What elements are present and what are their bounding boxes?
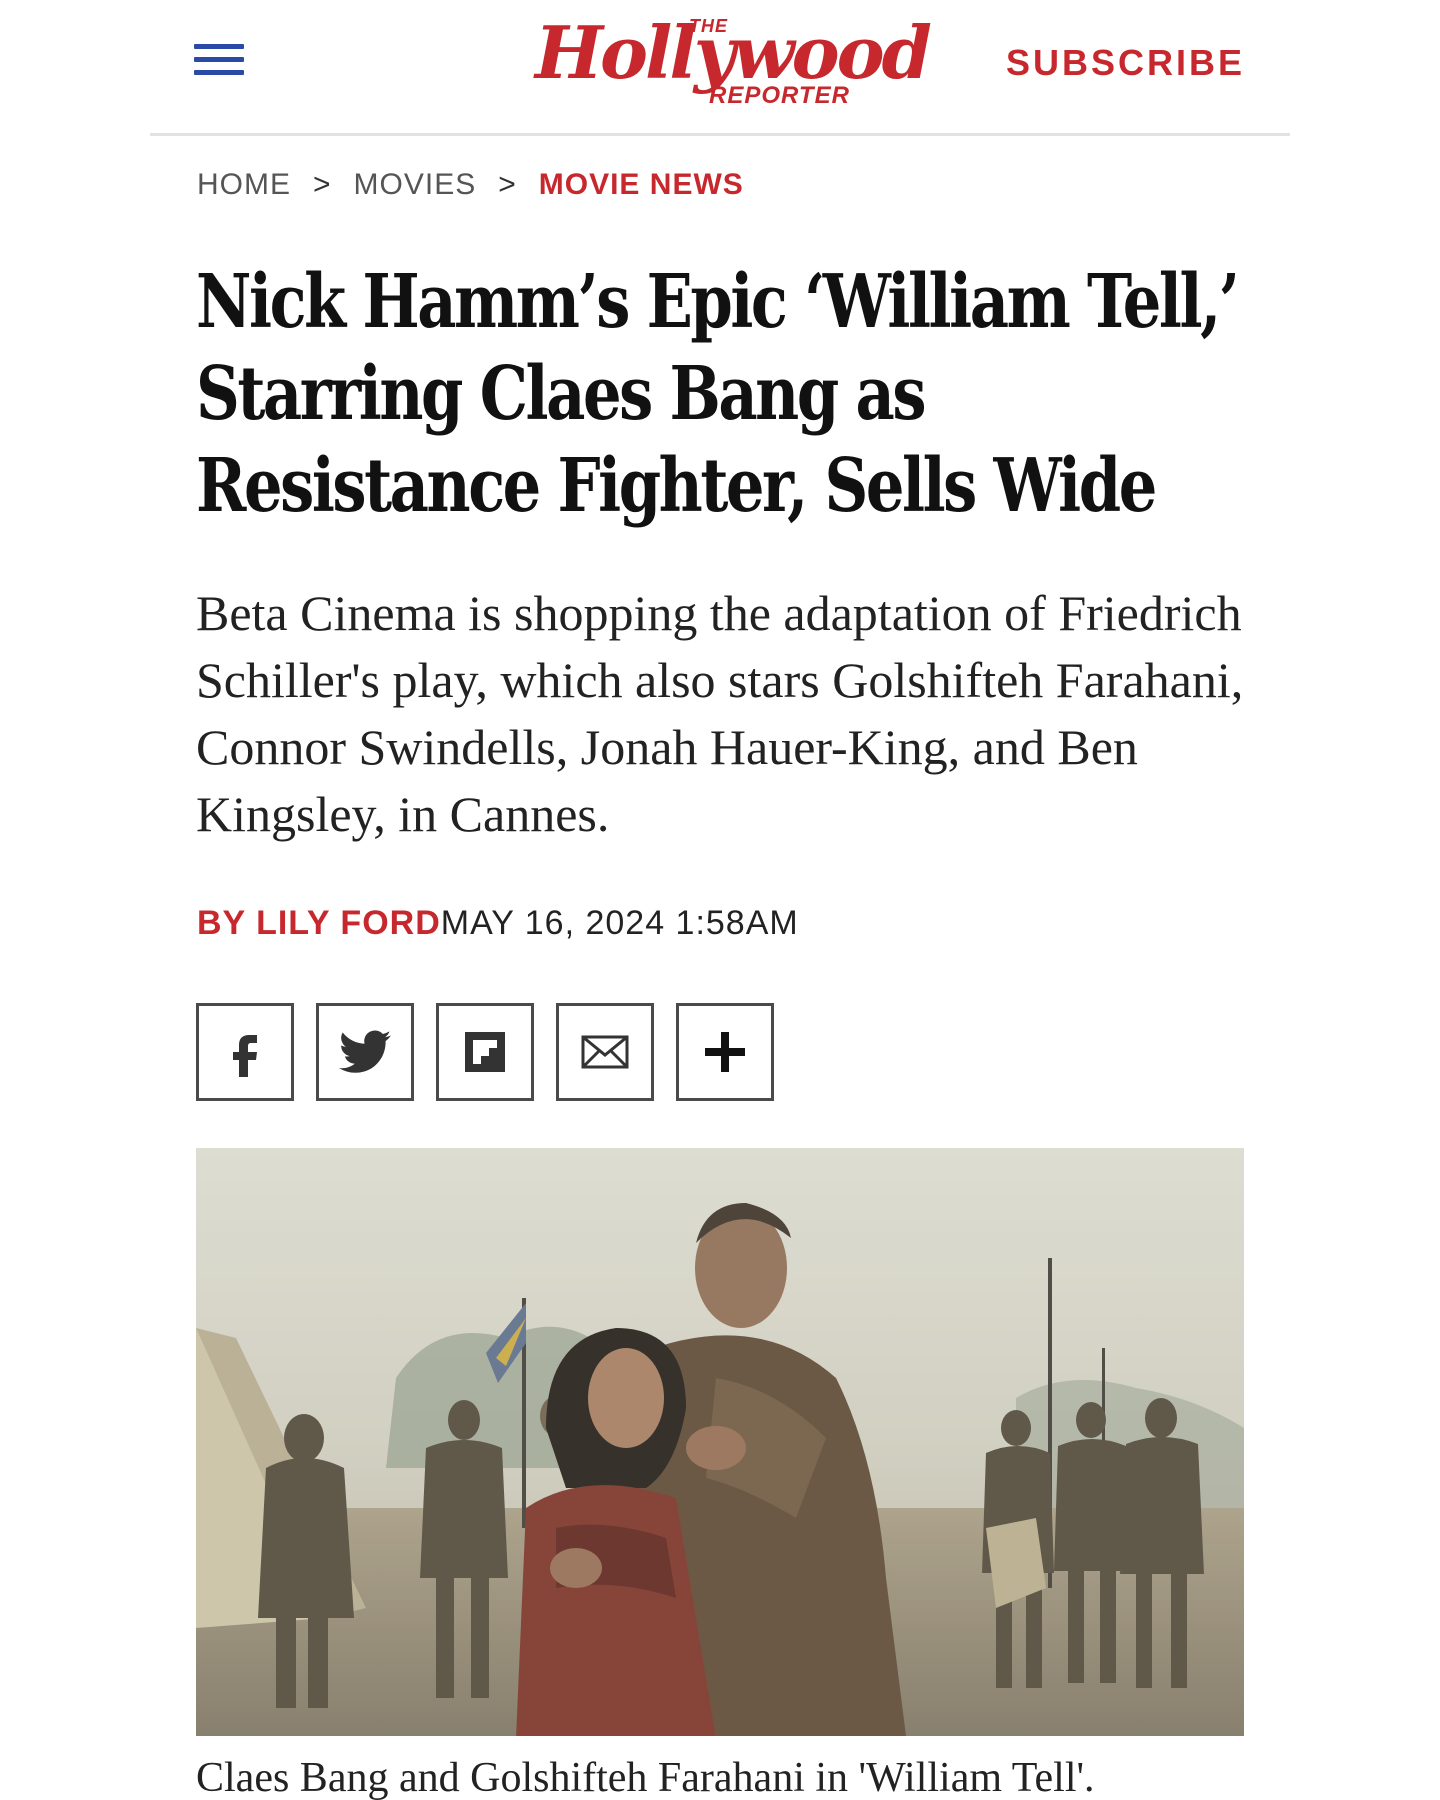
logo-the: THE xyxy=(689,16,728,36)
share-facebook-button[interactable] xyxy=(196,1003,294,1101)
share-twitter-button[interactable] xyxy=(316,1003,414,1101)
author-link[interactable]: BY LILY FORD xyxy=(197,904,441,942)
breadcrumb: HOME > MOVIES > MOVIE NEWS xyxy=(197,168,744,202)
subscribe-button[interactable]: SUBSCRIBE xyxy=(1006,42,1245,84)
site-logo[interactable]: Hollywood THE REPORTER xyxy=(535,6,932,116)
breadcrumb-movie-news[interactable]: MOVIE NEWS xyxy=(539,168,744,201)
email-icon xyxy=(581,1035,629,1069)
twitter-icon xyxy=(339,1030,391,1073)
breadcrumb-separator: > xyxy=(498,168,517,201)
photo-scene xyxy=(196,1148,1244,1736)
article-headline: Nick Hamm’s Epic ‘William Tell,’ Starrin… xyxy=(196,259,1240,529)
share-bar xyxy=(196,1003,774,1101)
article-hero-image[interactable] xyxy=(196,1148,1244,1736)
publish-date: MAY 16, 2024 1:58AM xyxy=(440,904,799,942)
share-more-button[interactable] xyxy=(676,1003,774,1101)
plus-icon xyxy=(705,1032,745,1072)
article-dek: Beta Cinema is shopping the adaptation o… xyxy=(196,585,1244,842)
breadcrumb-movies[interactable]: MOVIES xyxy=(354,168,477,201)
share-email-button[interactable] xyxy=(556,1003,654,1101)
breadcrumb-separator: > xyxy=(313,168,332,201)
breadcrumb-home[interactable]: HOME xyxy=(197,168,291,201)
article-byline: BY LILY FORDMAY 16, 2024 1:58AM xyxy=(197,904,799,943)
hamburger-menu-icon[interactable] xyxy=(194,44,244,84)
facebook-icon xyxy=(233,1035,257,1077)
logo-reporter: REPORTER xyxy=(709,82,850,109)
site-header: Hollywood THE REPORTER SUBSCRIBE xyxy=(150,0,1290,136)
flipboard-icon xyxy=(465,1032,505,1072)
share-flipboard-button[interactable] xyxy=(436,1003,534,1101)
image-caption: Claes Bang and Golshifteh Farahani in 'W… xyxy=(196,1755,1095,1800)
